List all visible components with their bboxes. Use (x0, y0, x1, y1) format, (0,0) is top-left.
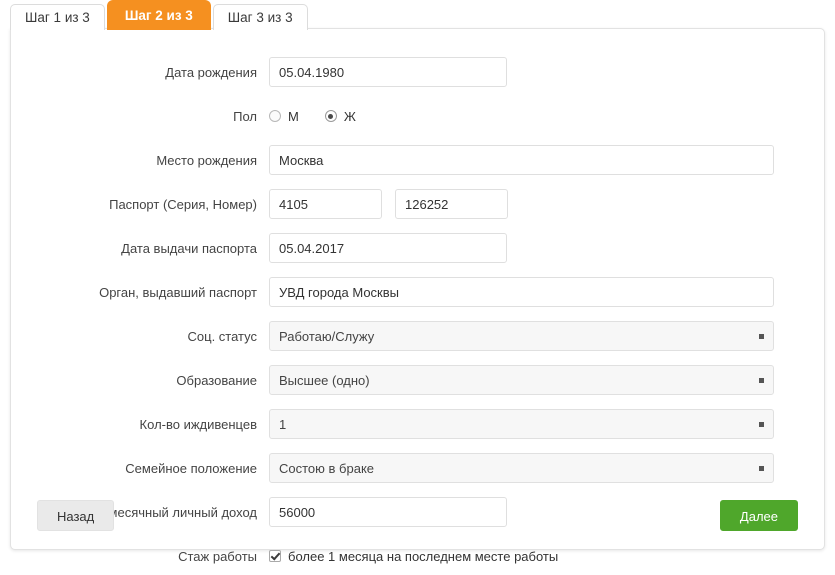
label-birth-place: Место рождения (156, 152, 257, 168)
next-button[interactable]: Далее (719, 500, 798, 531)
label-education: Образование (176, 372, 257, 388)
form-panel: Дата рождения Пол М Ж (10, 28, 825, 564)
label-gender: Пол (233, 108, 257, 124)
label-social-status: Соц. статус (187, 328, 258, 344)
education-select[interactable]: Высшее (одно) (269, 365, 774, 395)
field-row-birth-place: Место рождения (11, 141, 824, 179)
chevron-down-icon (759, 378, 764, 383)
gender-option-male-label: М (288, 108, 299, 124)
label-birth-date: Дата рождения (165, 64, 257, 80)
gender-option-male[interactable]: М (269, 109, 299, 124)
back-button[interactable]: Назад (37, 500, 115, 531)
education-value: Высшее (одно) (279, 372, 370, 388)
gender-option-female[interactable]: Ж (324, 108, 356, 124)
dependents-select[interactable]: 1 (269, 409, 774, 439)
experience-checkbox-row[interactable]: более 1 месяца на последнем месте работы (269, 549, 558, 564)
radio-icon-male (269, 110, 281, 122)
experience-checkbox-label: более 1 месяца на последнем месте работы (288, 548, 559, 564)
passport-authority-input[interactable] (269, 277, 774, 307)
tab-step-2[interactable]: Шаг 2 из 3 (106, 0, 211, 30)
label-passport: Паспорт (Серия, Номер) (109, 196, 257, 212)
radio-icon-female (324, 110, 337, 122)
tab-step-1[interactable]: Шаг 1 из 3 (10, 4, 105, 30)
step-tabs: Шаг 1 из 3 Шаг 2 из 3 Шаг 3 из 3 (0, 0, 835, 30)
label-passport-date: Дата выдачи паспорта (121, 240, 257, 256)
field-row-passport-date: Дата выдачи паспорта (11, 229, 824, 267)
field-row-passport-authority: Орган, выдавший паспорт (11, 273, 824, 311)
field-row-marital-status: Семейное положение Состою в браке (11, 449, 824, 487)
birth-date-input[interactable] (269, 57, 507, 87)
label-experience: Стаж работы (178, 548, 257, 564)
field-row-experience: Стаж работы более 1 месяца на последнем … (11, 537, 824, 575)
field-row-dependents: Кол-во иждивенцев 1 (11, 405, 824, 443)
form-footer: Назад Далее (11, 500, 824, 531)
tab-step-3[interactable]: Шаг 3 из 3 (212, 4, 308, 30)
field-row-passport: Паспорт (Серия, Номер) (11, 185, 824, 223)
gender-option-female-label: Ж (343, 108, 356, 124)
birth-place-input[interactable] (269, 145, 774, 175)
marital-status-select[interactable]: Состою в браке (269, 453, 774, 483)
social-status-select[interactable]: Работаю/Служу (269, 321, 774, 351)
social-status-value: Работаю/Служу (279, 328, 375, 344)
chevron-down-icon (759, 466, 764, 471)
field-row-social-status: Соц. статус Работаю/Служу (11, 317, 824, 355)
dependents-value: 1 (279, 416, 287, 432)
gender-radio-group: М Ж (269, 109, 382, 124)
chevron-down-icon (759, 334, 764, 339)
passport-number-input[interactable] (395, 189, 508, 219)
label-passport-authority: Орган, выдавший паспорт (99, 284, 257, 300)
personal-data-form: Дата рождения Пол М Ж (11, 53, 824, 575)
field-row-education: Образование Высшее (одно) (11, 361, 824, 399)
field-row-birth-date: Дата рождения (11, 53, 824, 91)
field-row-gender: Пол М Ж (11, 97, 824, 135)
passport-series-input[interactable] (269, 189, 382, 219)
label-marital-status: Семейное положение (125, 460, 257, 476)
registration-wizard: Шаг 1 из 3 Шаг 2 из 3 Шаг 3 из 3 Дата ро… (0, 0, 835, 564)
label-dependents: Кол-во иждивенцев (139, 416, 257, 432)
marital-status-value: Состою в браке (279, 460, 375, 476)
passport-date-input[interactable] (269, 233, 507, 263)
chevron-down-icon (759, 422, 764, 427)
checkbox-icon-experience (269, 550, 281, 562)
